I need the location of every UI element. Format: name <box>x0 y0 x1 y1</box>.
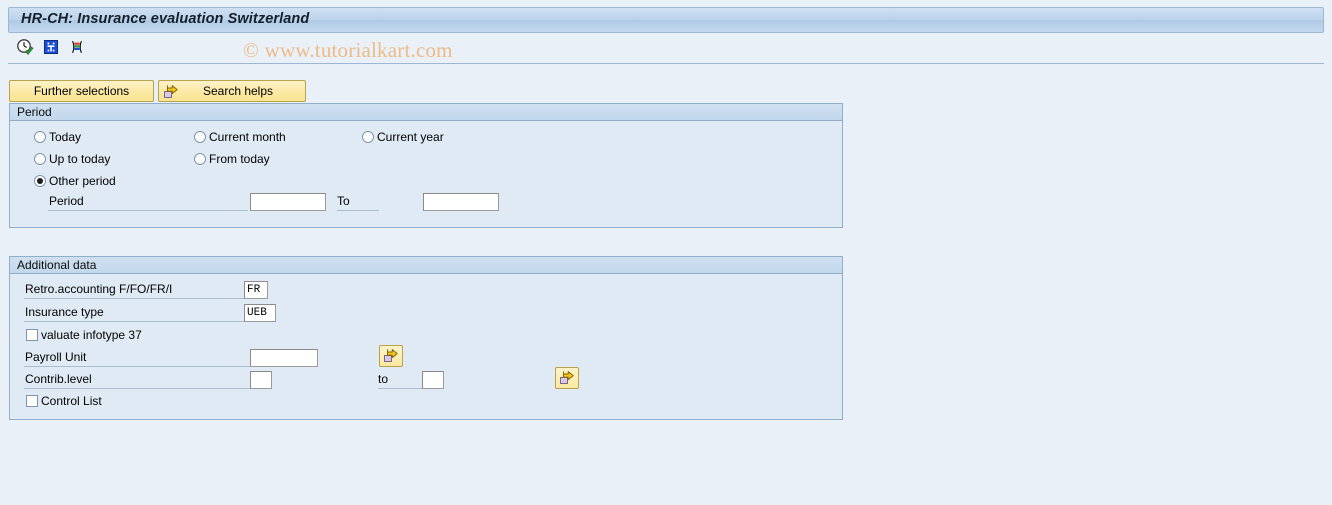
control-list-checkbox-row[interactable]: Control List <box>26 394 102 408</box>
toolbar-icon-group <box>14 36 88 58</box>
additional-data-group-panel: Additional data Retro.accounting F/FO/FR… <box>9 256 843 420</box>
valuate-infotype-checkbox <box>26 329 38 341</box>
execute-clock-icon[interactable] <box>14 36 36 58</box>
period-field-label: Period <box>48 194 248 211</box>
control-list-label: Control List <box>41 394 102 408</box>
sap-screen: HR-CH: Insurance evaluation Switzerland <box>0 0 1332 505</box>
search-helps-label: Search helps <box>202 84 274 98</box>
period-group-header: Period <box>10 104 842 121</box>
radio-other-period[interactable]: Other period <box>34 174 116 188</box>
payroll-unit-multiple-selection-button[interactable] <box>379 345 403 367</box>
additional-data-group-header: Additional data <box>10 257 842 274</box>
radio-today[interactable]: Today <box>34 130 81 144</box>
period-from-input[interactable] <box>250 193 326 211</box>
retro-accounting-label: Retro.accounting F/FO/FR/I <box>24 282 252 299</box>
search-helps-button[interactable]: Search helps <box>158 80 306 102</box>
radio-up-to-today-label: Up to today <box>49 152 111 166</box>
radio-other-period-label: Other period <box>49 174 116 188</box>
radio-other-period-indicator <box>34 175 46 187</box>
period-to-label: To <box>337 194 379 211</box>
watermark-text: © www.tutorialkart.com <box>243 38 453 62</box>
info-icon[interactable] <box>40 36 62 58</box>
contrib-level-to-label: to <box>378 372 422 389</box>
variant-bars-icon[interactable] <box>66 36 88 58</box>
contrib-level-label: Contrib.level <box>24 372 252 389</box>
additional-data-group-title: Additional data <box>17 258 97 272</box>
period-group-panel: Period Today Current month Current year … <box>9 103 843 228</box>
control-list-checkbox <box>26 395 38 407</box>
contrib-level-multiple-selection-button[interactable] <box>555 367 579 389</box>
radio-up-to-today-indicator <box>34 153 46 165</box>
radio-from-today-label: From today <box>209 152 270 166</box>
radio-current-year-indicator <box>362 131 374 143</box>
arrow-right-page-icon <box>383 348 399 364</box>
period-group-title: Period <box>17 105 52 119</box>
further-selections-label: Further selections <box>33 84 130 98</box>
radio-from-today-indicator <box>194 153 206 165</box>
radio-today-indicator <box>34 131 46 143</box>
period-to-input[interactable] <box>423 193 499 211</box>
arrow-right-page-icon <box>559 370 575 386</box>
arrow-right-page-icon <box>162 83 179 100</box>
radio-from-today[interactable]: From today <box>194 152 270 166</box>
radio-today-label: Today <box>49 130 82 144</box>
radio-up-to-today[interactable]: Up to today <box>34 152 110 166</box>
radio-current-month-indicator <box>194 131 206 143</box>
page-title: HR-CH: Insurance evaluation Switzerland <box>21 11 310 27</box>
payroll-unit-label: Payroll Unit <box>24 350 252 367</box>
radio-current-month[interactable]: Current month <box>194 130 286 144</box>
radio-current-year-label: Current year <box>377 130 444 144</box>
radio-current-month-label: Current month <box>209 130 286 144</box>
payroll-unit-input[interactable] <box>250 349 318 367</box>
radio-current-year[interactable]: Current year <box>362 130 444 144</box>
insurance-type-label: Insurance type <box>24 305 252 322</box>
retro-accounting-input[interactable] <box>244 281 268 299</box>
insurance-type-input[interactable] <box>244 304 276 322</box>
further-selections-button[interactable]: Further selections <box>9 80 154 102</box>
valuate-infotype-label: valuate infotype 37 <box>41 328 142 342</box>
valuate-infotype-checkbox-row[interactable]: valuate infotype 37 <box>26 328 142 342</box>
contrib-level-from-input[interactable] <box>250 371 272 389</box>
contrib-level-to-input[interactable] <box>422 371 444 389</box>
window-titlebar: HR-CH: Insurance evaluation Switzerland <box>8 7 1324 33</box>
application-toolbar <box>8 33 1324 64</box>
